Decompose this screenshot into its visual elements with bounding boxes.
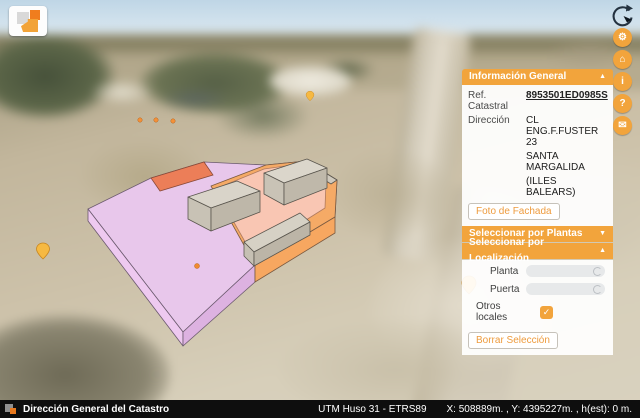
logo-orange-square [30, 10, 40, 20]
ref-catastral-label: Ref. Catastral [468, 90, 526, 112]
settings-icon: ⚙ [618, 33, 627, 43]
foto-fachada-button[interactable]: Foto de Fachada [468, 203, 560, 220]
ref-catastral-value[interactable]: 8953501ED0985S [526, 90, 608, 112]
direccion-label: Dirección [468, 115, 526, 148]
localizacion-body: Planta Puerta Otros locales ✓ Borrar Sel… [462, 260, 613, 355]
combo-spinner-icon [593, 285, 602, 294]
catastro-mini-logo-icon [5, 403, 17, 415]
combo-spinner-icon [593, 267, 602, 276]
crs-label: UTM Huso 31 - ETRS89 [318, 404, 426, 415]
info-panel: Información General ▲ Ref. Catastral 895… [462, 69, 613, 355]
section-title: Información General [469, 69, 566, 85]
direccion-line2: SANTA MARGALIDA [526, 151, 607, 173]
help-button[interactable]: ? [613, 94, 632, 113]
informacion-general-body: Ref. Catastral 8953501ED0985S Dirección … [462, 85, 613, 226]
home-button[interactable]: ⌂ [613, 50, 632, 69]
planta-select[interactable] [526, 265, 605, 277]
status-bar: Dirección General del Catastro UTM Huso … [0, 400, 640, 418]
compass-reset-icon[interactable] [608, 3, 634, 29]
puerta-label: Puerta [490, 284, 526, 295]
catastro-logo-button[interactable] [9, 6, 47, 36]
coordinates-readout: X: 508889m. , Y: 4395227m. , h(est): 0 m… [447, 404, 632, 415]
help-icon: ? [619, 99, 625, 109]
chevron-up-icon[interactable]: ▲ [599, 69, 606, 85]
side-toolbar: ⚙ ⌂ i ? ✉ [613, 28, 632, 135]
section-informacion-general[interactable]: Información General ▲ [462, 69, 613, 85]
otros-locales-label: Otros locales [476, 301, 526, 323]
planta-label: Planta [490, 266, 526, 277]
info-button[interactable]: i [613, 72, 632, 91]
direccion-line1: CL ENG.F.FUSTER 23 [526, 115, 607, 148]
contact-button[interactable]: ✉ [613, 116, 632, 135]
chevron-up-icon[interactable]: ▲ [599, 243, 606, 259]
check-icon: ✓ [543, 307, 551, 318]
direccion-line3: (ILLES BALEARS) [526, 176, 607, 198]
info-icon: i [621, 77, 624, 87]
section-seleccionar-localizacion[interactable]: Seleccionar por Localización ▲ [462, 243, 613, 259]
otros-locales-checkbox[interactable]: ✓ [540, 306, 553, 319]
home-icon: ⌂ [619, 55, 625, 65]
agency-title: Dirección General del Catastro [23, 404, 169, 415]
borrar-seleccion-button[interactable]: Borrar Selección [468, 332, 558, 349]
contact-icon: ✉ [618, 121, 626, 131]
chevron-down-icon[interactable]: ▼ [599, 226, 606, 242]
section-title: Seleccionar por Localización [469, 235, 599, 267]
puerta-select[interactable] [526, 283, 605, 295]
settings-button[interactable]: ⚙ [613, 28, 632, 47]
